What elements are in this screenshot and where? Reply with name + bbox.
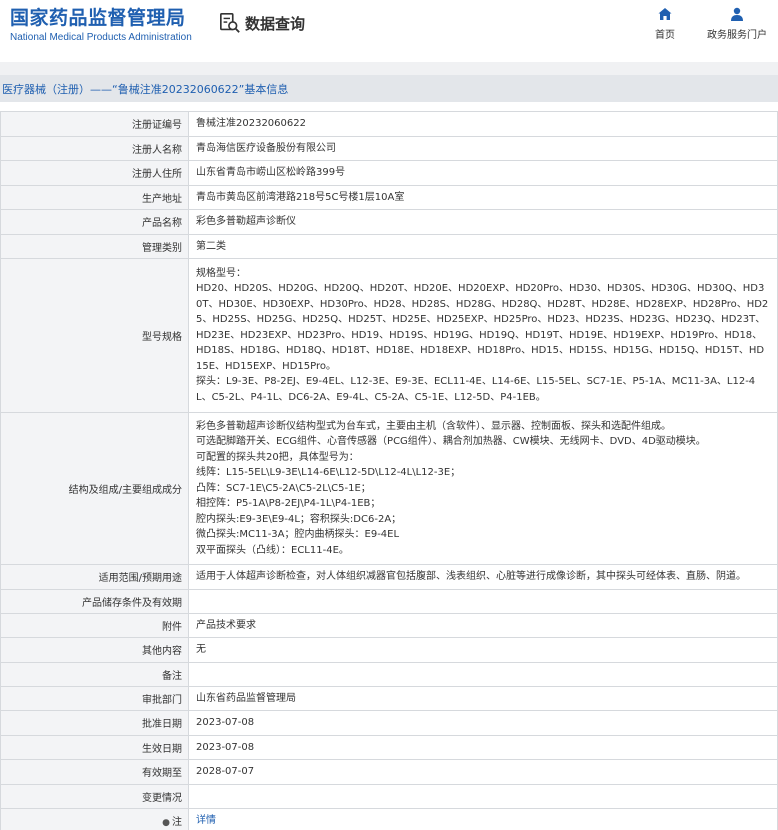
table-row: 产品储存条件及有效期 (0, 588, 778, 614)
lightbulb-icon: ● (162, 817, 170, 828)
scope-value: 适用于人体超声诊断检查，对人体组织减器官包括腹部、浅表组织、心脏等进行成像诊断，… (188, 564, 778, 590)
table-row: 注册证编号 鲁械注准20232060622 (0, 111, 778, 137)
prod-address-value: 青岛市黄岛区前湾港路218号5C号楼1层10A室 (188, 184, 778, 210)
table-row: 其他内容 无 (0, 637, 778, 663)
category-label: 管理类别 (0, 233, 189, 259)
structure-line: 腔内探头:E9-3E\E9-4L；容积探头:DC6-2A； (196, 513, 402, 525)
reg-address-label: 注册人住所 (0, 160, 189, 186)
table-row: 注册人住所 山东省青岛市崂山区松岭路399号 (0, 160, 778, 186)
reg-no-value: 鲁械注准20232060622 (188, 111, 778, 137)
approval-date-label: 批准日期 (0, 710, 189, 736)
attachment-label: 附件 (0, 612, 189, 638)
home-icon (658, 8, 672, 20)
table-row: 型号规格 规格型号： HD20、HD20S、HD20G、HD20Q、HD20T、… (0, 258, 778, 413)
change-label: 变更情况 (0, 783, 189, 809)
table-row: 结构及组成/主要组成成分 彩色多普勒超声诊断仪结构型式为台车式，主要由主机（含软… (0, 412, 778, 565)
remarks-label: 备注 (0, 661, 189, 687)
approval-dept-value: 山东省药品监督管理局 (188, 685, 778, 711)
valid-until-value: 2028-07-07 (188, 759, 778, 785)
nav-home-label: 首页 (655, 30, 675, 41)
device-info-table: 注册证编号 鲁械注准20232060622 注册人名称 青岛海信医疗设备股份有限… (0, 111, 778, 830)
data-query-label: 数据查询 (245, 14, 306, 33)
table-row: 有效期至 2028-07-07 (0, 759, 778, 785)
approval-date-value: 2023-07-08 (188, 710, 778, 736)
data-query-heading: 数据查询 (219, 12, 305, 34)
table-row: 产品名称 彩色多普勒超声诊断仪 (0, 209, 778, 235)
storage-label: 产品储存条件及有效期 (0, 588, 189, 614)
model-line: 探头：L9-3E、P8-2EJ、E9-4EL、L12-3E、E9-3E、ECL1… (196, 376, 756, 403)
approval-dept-label: 审批部门 (0, 685, 189, 711)
table-row: 注册人名称 青岛海信医疗设备股份有限公司 (0, 135, 778, 161)
table-row: 适用范围/预期用途 适用于人体超声诊断检查，对人体组织减器官包括腹部、浅表组织、… (0, 564, 778, 590)
structure-line: 线阵：L15-5EL\L9-3E\L14-6E\L12-5D\L12-4L\L1… (196, 467, 461, 479)
table-row: 生产地址 青岛市黄岛区前湾港路218号5C号楼1层10A室 (0, 184, 778, 210)
document-search-icon (220, 13, 240, 33)
logo-chinese-title: 国家药品监督管理局 (10, 7, 186, 29)
table-row: 附件 产品技术要求 (0, 612, 778, 638)
note-label-cell: ● 注 (0, 807, 189, 830)
model-value: 规格型号： HD20、HD20S、HD20G、HD20Q、HD20T、HD20E… (188, 258, 778, 413)
structure-line: 彩色多普勒超声诊断仪结构型式为台车式，主要由主机（含软件）、显示器、控制面板、探… (196, 420, 671, 432)
other-label: 其他内容 (0, 637, 189, 663)
user-icon (731, 7, 743, 21)
table-row: 备注 (0, 661, 778, 687)
attachment-value: 产品技术要求 (188, 612, 778, 638)
registrant-label: 注册人名称 (0, 135, 189, 161)
reg-address-value: 山东省青岛市崂山区松岭路399号 (188, 160, 778, 186)
registrant-value: 青岛海信医疗设备股份有限公司 (188, 135, 778, 161)
nav-service-label: 政务服务门户 (707, 30, 767, 41)
header-divider (0, 62, 778, 75)
logo-english-title: National Medical Products Administration (10, 32, 192, 43)
nav-home[interactable]: 首页 (655, 6, 675, 41)
details-link[interactable]: 详情 (196, 815, 216, 826)
structure-line: 可选配脚踏开关、ECG组件、心音传感器（PCG组件）、耦合剂加热器、CW模块、无… (196, 436, 706, 448)
model-line: 规格型号： (196, 267, 246, 279)
table-row: 批准日期 2023-07-08 (0, 710, 778, 736)
other-value: 无 (188, 637, 778, 663)
table-row: 生效日期 2023-07-08 (0, 734, 778, 760)
page-title: 医疗器械（注册）——“鲁械注准20232060622”基本信息 (2, 82, 289, 96)
structure-line: 凸阵：SC7-1E\C5-2A\C5-2L\C5-1E； (196, 482, 371, 494)
category-value: 第二类 (188, 233, 778, 259)
prod-address-label: 生产地址 (0, 184, 189, 210)
note-label: 注 (172, 816, 182, 828)
effective-date-value: 2023-07-08 (188, 734, 778, 760)
remarks-value (188, 661, 778, 687)
structure-line: 可配置的探头共20把，具体型号为： (196, 451, 359, 463)
valid-until-label: 有效期至 (0, 759, 189, 785)
model-line: HD20、HD20S、HD20G、HD20Q、HD20T、HD20E、HD20E… (196, 283, 769, 372)
nav-service-portal[interactable]: 政务服务门户 (707, 6, 767, 41)
product-name-value: 彩色多普勒超声诊断仪 (188, 209, 778, 235)
structure-value: 彩色多普勒超声诊断仪结构型式为台车式，主要由主机（含软件）、显示器、控制面板、探… (188, 412, 778, 565)
site-logo[interactable]: 国家药品监督管理局 National Medical Products Admi… (10, 6, 192, 45)
effective-date-label: 生效日期 (0, 734, 189, 760)
table-row: 审批部门 山东省药品监督管理局 (0, 685, 778, 711)
page-title-bar: 医疗器械（注册）——“鲁械注准20232060622”基本信息 (0, 75, 778, 102)
scope-label: 适用范围/预期用途 (0, 564, 189, 590)
model-label: 型号规格 (0, 258, 189, 413)
change-value (188, 783, 778, 809)
table-row: ● 注 详情 (0, 807, 778, 830)
structure-label: 结构及组成/主要组成成分 (0, 412, 189, 565)
site-header: 国家药品监督管理局 National Medical Products Admi… (0, 0, 778, 62)
structure-line: 相控阵：P5-1A\P8-2EJ\P4-1L\P4-1EB； (196, 498, 381, 510)
structure-line: 双平面探头（凸线）：ECL11-4E。 (196, 544, 349, 556)
note-value-cell: 详情 (188, 807, 778, 830)
storage-value (188, 588, 778, 614)
table-row: 变更情况 (0, 783, 778, 809)
table-row: 管理类别 第二类 (0, 233, 778, 259)
product-name-label: 产品名称 (0, 209, 189, 235)
reg-no-label: 注册证编号 (0, 111, 189, 137)
structure-line: 微凸探头:MC11-3A；腔内曲柄探头：E9-4EL (196, 529, 400, 541)
